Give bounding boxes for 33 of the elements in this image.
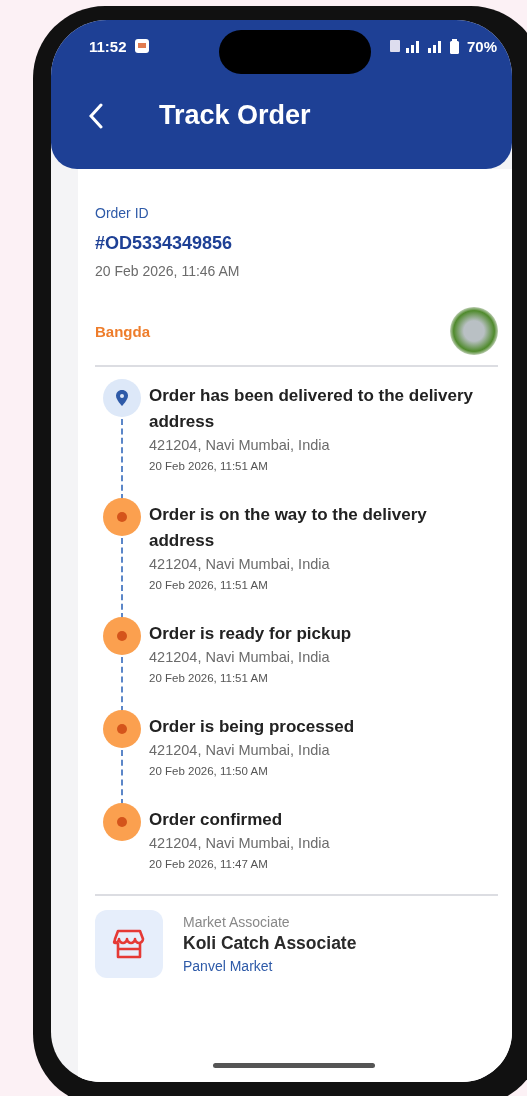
dot-icon — [117, 512, 127, 522]
order-id-label: Order ID — [95, 205, 150, 221]
step-location: 421204, Navi Mumbai, India — [149, 742, 331, 758]
page-title: Track Order — [159, 100, 311, 131]
product-name: Bangda — [95, 322, 150, 340]
app-notification-icon — [134, 39, 149, 53]
step-time: 20 Feb 2026, 11:51 AM — [149, 672, 269, 684]
associate-name: Koli Catch Associate — [183, 933, 357, 954]
step-location: 421204, Navi Mumbai, India — [149, 437, 331, 453]
location-pin-icon — [115, 390, 129, 406]
step-title: Order has been delivered to the delivery address — [149, 385, 475, 433]
associate-label: Market Associate — [183, 914, 291, 930]
step-time: 20 Feb 2026, 11:51 AM — [149, 579, 269, 591]
order-date: 20 Feb 2026, 11:46 AM — [95, 263, 241, 279]
status-time: 11:52 — [89, 37, 127, 55]
step-title: Order is being processed — [149, 716, 355, 738]
step-location: 421204, Navi Mumbai, India — [149, 649, 331, 665]
battery-percentage: 70% — [466, 37, 497, 55]
dot-icon — [117, 631, 127, 641]
dot-icon — [117, 724, 127, 734]
step-time: 20 Feb 2026, 11:47 AM — [149, 858, 269, 870]
market-name: Panvel Market — [183, 958, 274, 974]
shop-icon — [112, 929, 146, 959]
dot-icon — [117, 817, 127, 827]
step-title: Order confirmed — [149, 809, 284, 831]
order-id: #OD5334349856 — [95, 233, 234, 254]
step-time: 20 Feb 2026, 11:50 AM — [149, 765, 269, 777]
step-location: 421204, Navi Mumbai, India — [149, 556, 331, 572]
step-title: Order is on the way to the delivery address — [149, 504, 428, 552]
photo-placeholder — [450, 307, 498, 355]
step-title: Order is ready for pickup — [149, 623, 353, 645]
step-time: 20 Feb 2026, 11:51 AM — [149, 460, 269, 472]
step-location: 421204, Navi Mumbai, India — [149, 835, 330, 851]
